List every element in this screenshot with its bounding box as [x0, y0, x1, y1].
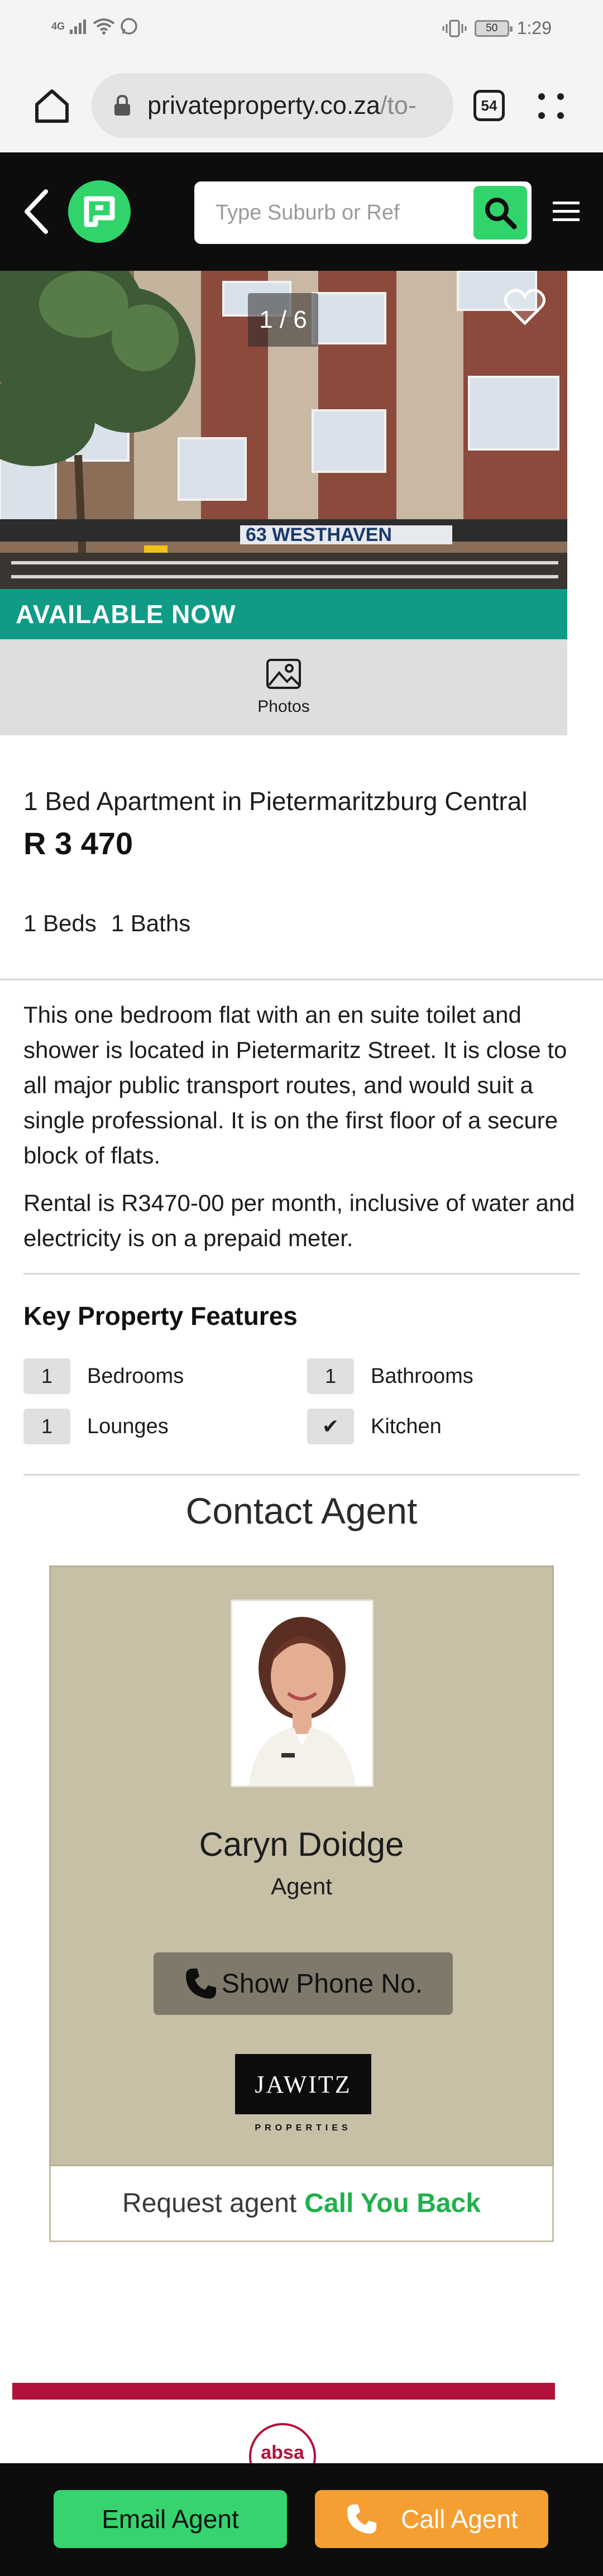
- logo-mark-icon: [84, 196, 115, 227]
- address-bar[interactable]: privateproperty.co.za/to-: [92, 73, 453, 138]
- feature-value: 1: [23, 1358, 70, 1394]
- call-agent-label: Call Agent: [401, 2505, 518, 2534]
- agent-card: Caryn Doidge Agent Show Phone No. JAWITZ…: [49, 1565, 554, 2166]
- lock-icon: [114, 95, 130, 116]
- description-paragraph: This one bedroom flat with an en suite t…: [23, 1002, 567, 1169]
- feature-bedrooms: 1 Bedrooms: [23, 1358, 184, 1394]
- photo-counter-text: 1 / 6: [259, 306, 307, 333]
- url-domain: privateproperty.co.za: [147, 91, 380, 119]
- baths-count: 1 Baths: [111, 910, 191, 936]
- email-agent-button[interactable]: Email Agent: [54, 2490, 287, 2548]
- vibrate-icon: [442, 20, 467, 37]
- divider: [0, 979, 603, 980]
- divider: [23, 1273, 580, 1275]
- more-options-icon[interactable]: [537, 92, 565, 120]
- network-type: 4G: [51, 20, 65, 32]
- wifi-icon: [93, 18, 115, 35]
- listing-description: This one bedroom flat with an en suite t…: [23, 997, 582, 1268]
- feature-label: Bedrooms: [87, 1364, 184, 1388]
- callback-action: Call You Back: [304, 2189, 481, 2218]
- agency-logo: JAWITZ: [235, 2054, 371, 2114]
- feature-lounges: 1 Lounges: [23, 1409, 169, 1444]
- search-icon: [485, 198, 517, 229]
- feature-check-icon: ✔: [307, 1409, 354, 1444]
- signal-icon: [70, 20, 87, 34]
- listing-price: R 3 470: [23, 826, 133, 861]
- call-agent-button[interactable]: Call Agent: [315, 2490, 548, 2548]
- phone-icon: [185, 1969, 216, 1999]
- clock: 1:29: [516, 18, 552, 38]
- photos-label: Photos: [257, 697, 310, 716]
- photo-counter: 1 / 6: [248, 293, 318, 347]
- agent-portrait: [232, 1601, 372, 1785]
- availability-text: AVAILABLE NOW: [16, 600, 236, 629]
- description-paragraph: Rental is R3470-00 per month, inclusive …: [23, 1190, 575, 1251]
- hamburger-menu-icon[interactable]: [553, 200, 580, 223]
- search-input[interactable]: [194, 181, 468, 244]
- browser-toolbar: privateproperty.co.za/to- 54: [0, 59, 603, 152]
- listing-title: 1 Bed Apartment in Pietermaritzburg Cent…: [23, 787, 528, 816]
- agency-name: JAWITZ: [255, 2070, 352, 2098]
- show-phone-button[interactable]: Show Phone No.: [154, 1952, 453, 2015]
- contact-agent-heading: Contact Agent: [185, 1490, 418, 1531]
- feature-label: Lounges: [87, 1414, 169, 1438]
- request-callback-link[interactable]: Request agent Call You Back: [49, 2166, 554, 2242]
- feature-label: Bathrooms: [371, 1364, 473, 1388]
- email-agent-label: Email Agent: [102, 2505, 239, 2534]
- status-bar: 4G 50 1:29: [0, 0, 603, 59]
- home-icon[interactable]: [34, 88, 70, 125]
- advert-banner[interactable]: [12, 2383, 555, 2400]
- advert-brand: absa: [261, 2442, 304, 2463]
- show-phone-label: Show Phone No.: [221, 1969, 423, 1999]
- battery-level: 50: [486, 22, 498, 34]
- bottom-action-bar: Email Agent Call Agent: [0, 2463, 603, 2576]
- feature-value: 1: [23, 1409, 70, 1444]
- divider: [23, 1474, 580, 1476]
- site-logo[interactable]: [68, 180, 131, 243]
- back-arrow-icon[interactable]: [22, 188, 50, 235]
- photos-button[interactable]: Photos: [0, 639, 567, 735]
- agent-role: Agent: [271, 1873, 332, 1899]
- favourite-heart-icon[interactable]: [504, 288, 546, 327]
- beds-count: 1 Beds: [23, 910, 97, 936]
- search-button[interactable]: [473, 186, 527, 240]
- whatsapp-icon: [121, 18, 137, 35]
- battery-icon: 50: [474, 20, 513, 37]
- photos-icon: [266, 659, 301, 689]
- feature-bathrooms: 1 Bathrooms: [307, 1358, 473, 1394]
- phone-icon: [347, 2504, 377, 2534]
- agency-subtitle: PROPERTIES: [255, 2123, 352, 2133]
- site-header: [0, 152, 603, 271]
- url-path: /to-: [380, 91, 417, 119]
- status-right: 50 1:29: [442, 18, 552, 39]
- feature-label: Kitchen: [371, 1414, 442, 1438]
- callback-prefix: Request agent: [122, 2189, 297, 2218]
- search-box: [194, 181, 532, 244]
- listing-photo[interactable]: 63 WESTHAVEN 1 / 6: [0, 271, 567, 589]
- url-text: privateproperty.co.za/to-: [147, 91, 417, 120]
- availability-banner: AVAILABLE NOW: [0, 589, 567, 639]
- agent-photo: [231, 1600, 374, 1787]
- feature-value: 1: [307, 1358, 354, 1394]
- tab-count: 54: [481, 97, 497, 114]
- status-left: 4G: [51, 17, 138, 36]
- tab-switcher-button[interactable]: 54: [473, 90, 505, 121]
- listing-specs: 1 Beds 1 Baths: [23, 910, 190, 937]
- agent-name: Caryn Doidge: [199, 1826, 404, 1863]
- building-sign: 63 WESTHAVEN: [246, 524, 392, 545]
- features-heading: Key Property Features: [23, 1301, 298, 1330]
- feature-kitchen: ✔ Kitchen: [307, 1409, 442, 1444]
